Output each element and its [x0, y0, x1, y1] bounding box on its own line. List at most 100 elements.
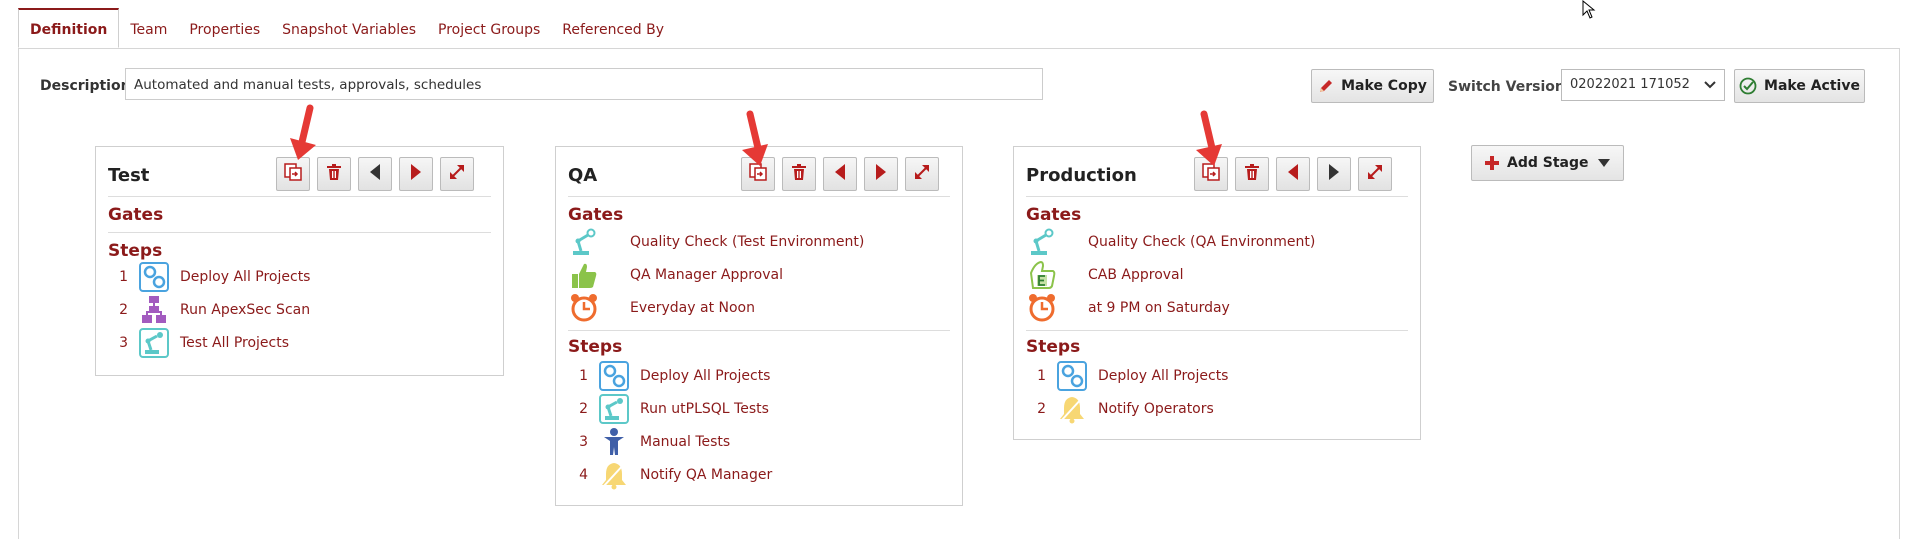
divider [568, 196, 950, 197]
caret-down-icon[interactable] [1597, 156, 1611, 174]
stage-card-test: Test Gates Steps 1 Deploy All Projects 2… [95, 146, 504, 376]
gates-heading: Gates [1026, 205, 1082, 225]
divider [1026, 330, 1408, 331]
step-item[interactable]: 2 Run ApexSec Scan [108, 295, 310, 325]
step-number: 2 [119, 302, 128, 318]
step-label[interactable]: Run utPLSQL Tests [640, 401, 769, 417]
gate-item[interactable]: at 9 PM on Saturday [1026, 293, 1230, 323]
robot-arm-icon [138, 328, 170, 358]
gate-label[interactable]: Quality Check (Test Environment) [630, 234, 864, 250]
move-left-button[interactable] [358, 157, 392, 191]
gate-item[interactable]: QA Manager Approval [568, 260, 783, 290]
divider [108, 232, 491, 233]
step-item[interactable]: 1 Deploy All Projects [108, 262, 310, 292]
step-item[interactable]: 1 Deploy All Projects [568, 361, 770, 391]
stage-card-production: Production Gates Quality Check (QA Envir… [1013, 146, 1421, 440]
tab-definition[interactable]: Definition [18, 8, 120, 48]
step-number: 3 [119, 335, 128, 351]
robot-arm-icon [598, 394, 630, 424]
make-active-button[interactable]: Make Active [1734, 69, 1865, 103]
step-number: 1 [119, 269, 128, 285]
tab-bar: Definition Team Properties Snapshot Vari… [18, 8, 675, 48]
step-label[interactable]: Notify QA Manager [640, 467, 772, 483]
step-item[interactable]: 3 Test All Projects [108, 328, 289, 358]
gate-label[interactable]: Everyday at Noon [630, 300, 755, 316]
triangle-left-icon [832, 163, 848, 185]
deploy-icon [598, 361, 630, 391]
expand-button[interactable] [905, 157, 939, 191]
make-copy-button[interactable]: Make Copy [1311, 69, 1434, 103]
add-stage-button[interactable]: Add Stage [1471, 145, 1624, 181]
expand-icon [1366, 163, 1384, 185]
thumbs-up-e-icon [1026, 260, 1058, 290]
divider [1026, 196, 1408, 197]
gate-label[interactable]: QA Manager Approval [630, 267, 783, 283]
steps-heading: Steps [1026, 337, 1081, 357]
step-number: 1 [579, 368, 588, 384]
copy-stage-button[interactable] [276, 157, 310, 191]
switch-version-label: Switch Version [1448, 79, 1565, 95]
step-item[interactable]: 4 Notify QA Manager [568, 460, 772, 490]
description-input[interactable]: Automated and manual tests, approvals, s… [125, 68, 1043, 100]
move-right-button[interactable] [1317, 157, 1351, 191]
stage-toolbar [276, 157, 474, 191]
triangle-left-icon [1285, 163, 1301, 185]
step-number: 2 [579, 401, 588, 417]
description-label: Description [40, 78, 131, 94]
pencil-icon [1318, 78, 1334, 94]
tab-team[interactable]: Team [119, 10, 178, 48]
step-item[interactable]: 1 Deploy All Projects [1026, 361, 1228, 391]
step-label[interactable]: Test All Projects [180, 335, 289, 351]
trash-icon [1243, 163, 1261, 185]
step-label[interactable]: Deploy All Projects [180, 269, 310, 285]
step-label[interactable]: Notify Operators [1098, 401, 1214, 417]
make-copy-label: Make Copy [1341, 78, 1427, 94]
gate-label[interactable]: CAB Approval [1088, 267, 1184, 283]
step-number: 3 [579, 434, 588, 450]
step-label[interactable]: Deploy All Projects [1098, 368, 1228, 384]
gate-label[interactable]: at 9 PM on Saturday [1088, 300, 1230, 316]
delete-stage-button[interactable] [782, 157, 816, 191]
step-label[interactable]: Deploy All Projects [640, 368, 770, 384]
tab-snapshot-variables[interactable]: Snapshot Variables [271, 10, 427, 48]
version-select[interactable]: 02022021 171052 [1561, 69, 1725, 101]
gates-heading: Gates [568, 205, 624, 225]
triangle-right-icon [408, 163, 424, 185]
triangle-right-icon [1326, 163, 1342, 185]
move-left-button[interactable] [1276, 157, 1310, 191]
triangle-right-icon [873, 163, 889, 185]
gate-label[interactable]: Quality Check (QA Environment) [1088, 234, 1315, 250]
stage-card-qa: QA Gates Quality Check (Test Environment… [555, 146, 963, 506]
step-label[interactable]: Manual Tests [640, 434, 730, 450]
expand-button[interactable] [1358, 157, 1392, 191]
delete-stage-button[interactable] [317, 157, 351, 191]
step-label[interactable]: Run ApexSec Scan [180, 302, 310, 318]
move-left-button[interactable] [823, 157, 857, 191]
alarm-clock-icon [1026, 293, 1058, 323]
expand-icon [913, 163, 931, 185]
expand-icon [448, 163, 466, 185]
gate-item[interactable]: Everyday at Noon [568, 293, 755, 323]
plus-icon [1484, 155, 1500, 171]
gate-item[interactable]: Quality Check (Test Environment) [568, 227, 864, 257]
bell-icon [598, 460, 630, 490]
gate-item[interactable]: CAB Approval [1026, 260, 1184, 290]
tab-project-groups[interactable]: Project Groups [427, 10, 551, 48]
divider [108, 196, 491, 197]
move-right-button[interactable] [864, 157, 898, 191]
tab-properties[interactable]: Properties [178, 10, 271, 48]
annotation-arrow-icon [290, 104, 316, 160]
expand-button[interactable] [440, 157, 474, 191]
tab-referenced-by[interactable]: Referenced By [551, 10, 675, 48]
step-item[interactable]: 3 Manual Tests [568, 427, 730, 457]
move-right-button[interactable] [399, 157, 433, 191]
gate-item[interactable]: Quality Check (QA Environment) [1026, 227, 1315, 257]
delete-stage-button[interactable] [1235, 157, 1269, 191]
step-item[interactable]: 2 Notify Operators [1026, 394, 1214, 424]
step-item[interactable]: 2 Run utPLSQL Tests [568, 394, 769, 424]
version-value: 02022021 171052 [1570, 77, 1690, 92]
divider [568, 330, 950, 331]
trash-icon [790, 163, 808, 185]
make-active-label: Make Active [1764, 78, 1860, 94]
gates-heading: Gates [108, 205, 164, 225]
